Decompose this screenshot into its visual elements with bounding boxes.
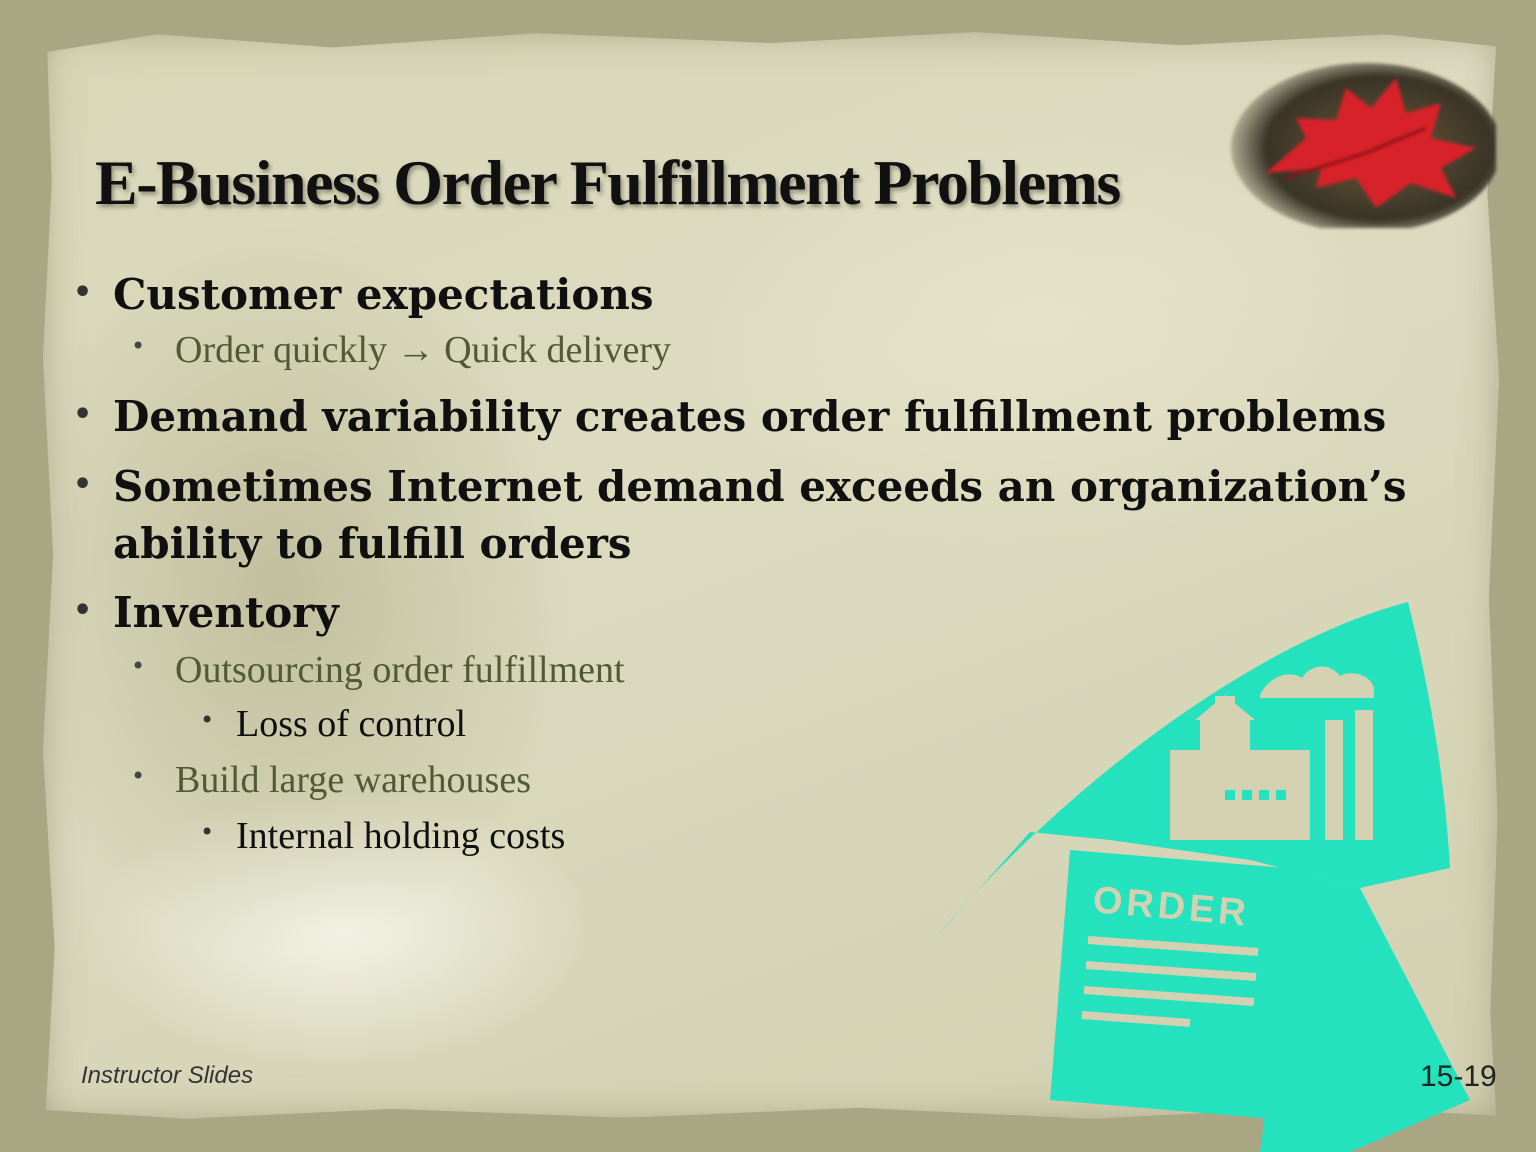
bullet-dot-icon: • <box>73 275 93 310</box>
bullet-item: • Sometimes Internet demand exceeds an o… <box>73 458 1407 516</box>
bullet-text: Demand variability creates order fulfill… <box>113 392 1387 441</box>
bullet-text: Loss of control <box>236 703 467 745</box>
sub-sub-bullet-item: • Internal holding costs <box>200 814 566 858</box>
bullet-dot-icon: • <box>73 467 93 502</box>
bullet-text: ability to fulfill orders <box>113 519 632 568</box>
bullet-text: Sometimes Internet demand exceeds an org… <box>113 462 1407 511</box>
sub-bullet-item: • Outsourcing order fulfillment <box>131 648 625 692</box>
bullet-text: Customer expectations <box>113 270 654 319</box>
bullet-item: • Customer expectations <box>73 266 654 324</box>
bullet-text: Internal holding costs <box>236 815 566 857</box>
order-factory-clipart: ORDER <box>935 602 1470 1152</box>
bullet-item: • Inventory <box>73 584 339 642</box>
bullet-dot-icon: • <box>73 593 93 628</box>
bullet-text: Outsourcing order fulfillment <box>175 649 625 691</box>
bullet-text: Inventory <box>113 588 339 637</box>
sub-sub-bullet-item: • Loss of control <box>200 702 467 746</box>
slide-number: 15-19 <box>1420 1060 1497 1093</box>
slide-title: E-Business Order Fulfillment Problems <box>95 147 1121 218</box>
bullet-dot-icon: • <box>200 818 215 846</box>
bullet-dot-icon: • <box>131 332 146 360</box>
bullet-item: • Demand variability creates order fulfi… <box>73 388 1387 446</box>
bullet-text: Build large warehouses <box>175 759 531 801</box>
bullet-dot-icon: • <box>131 652 146 680</box>
sub-bullet-item: • Build large warehouses <box>131 758 531 802</box>
bullet-item-continuation: ability to fulfill orders <box>113 515 632 573</box>
maple-leaf-image <box>1231 63 1496 228</box>
footer-source: Instructor Slides <box>81 1062 254 1089</box>
bullet-dot-icon: • <box>200 706 215 734</box>
bullet-dot-icon: • <box>131 762 146 790</box>
bullet-dot-icon: • <box>73 397 93 432</box>
sub-bullet-item: • Order quickly → Quick delivery <box>131 328 671 372</box>
bullet-text: Order quickly → Quick delivery <box>175 329 671 371</box>
